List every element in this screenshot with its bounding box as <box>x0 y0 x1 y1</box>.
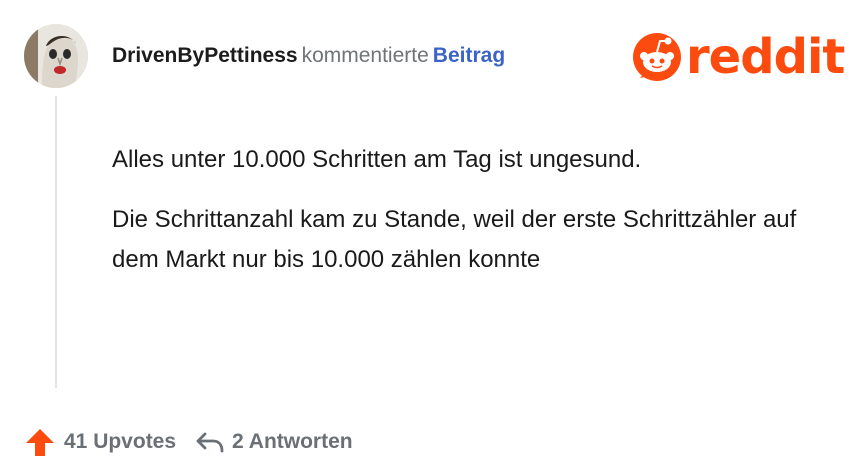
post-link[interactable]: Beitrag <box>433 44 505 67</box>
avatar-image <box>24 24 88 88</box>
comment-body: Alles unter 10.000 Schritten am Tag ist … <box>112 140 812 300</box>
thread-line <box>55 96 57 388</box>
comment-paragraph: Die Schrittanzahl kam zu Stande, weil de… <box>112 206 797 273</box>
comment-header: DrivenByPettiness kommentierte Beitrag <box>112 42 505 70</box>
username-link[interactable]: DrivenByPettiness <box>112 44 298 67</box>
reddit-logo[interactable]: reddit <box>632 28 845 86</box>
user-avatar[interactable] <box>24 24 88 88</box>
reply-arrow-icon[interactable] <box>194 426 226 458</box>
reply-count-link[interactable]: 2 Antworten <box>232 430 353 454</box>
upvote-count: 41 Upvotes <box>64 430 177 453</box>
upvote-arrow-icon[interactable] <box>24 426 56 458</box>
reddit-wordmark: reddit <box>686 29 845 85</box>
reddit-snoo-icon <box>633 33 681 81</box>
comment-paragraph: Alles unter 10.000 Schritten am Tag ist … <box>112 146 642 173</box>
action-text: kommentierte <box>301 44 429 67</box>
comment-footer: 41 Upvotes 2 Antworten <box>24 422 353 462</box>
